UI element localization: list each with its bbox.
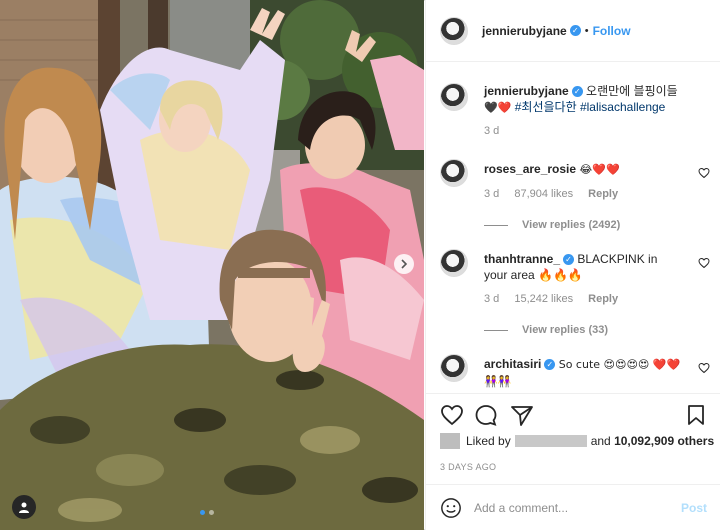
- action-bar: [426, 393, 720, 433]
- caption-meta: 3 d: [484, 125, 511, 137]
- post-timestamp[interactable]: 3 DAYS AGO: [440, 462, 496, 472]
- carousel-dot-active: [200, 510, 205, 515]
- heart-icon[interactable]: [440, 404, 464, 426]
- view-replies-button[interactable]: View replies (33): [484, 324, 608, 336]
- post-sidebar: jennierubyjane ✓ • Follow jennierubyjane…: [425, 0, 720, 530]
- likes-count[interactable]: 10,092,909 others: [614, 434, 714, 448]
- caption-body: jennierubyjane ✓ 오랜만에 블핑이들 🖤❤️ #최선을다한 #la…: [484, 83, 684, 116]
- view-replies-label: View replies (33): [522, 324, 609, 336]
- replies-divider: [484, 329, 508, 331]
- comment-icon[interactable]: [474, 404, 498, 426]
- post-comment-button[interactable]: Post: [681, 501, 707, 515]
- caption-time: 3 d: [484, 125, 500, 137]
- comment-username[interactable]: roses_are_rosie: [484, 162, 576, 176]
- caption-hashtags[interactable]: #최선을다한 #lalisachallenge: [515, 100, 666, 114]
- bookmark-icon[interactable]: [686, 404, 706, 426]
- comment-time: 3 d: [484, 293, 500, 305]
- comment-composer: Post: [426, 484, 720, 530]
- caption-username[interactable]: jennierubyjane: [484, 84, 569, 98]
- like-comment-heart-icon[interactable]: [698, 257, 710, 269]
- view-replies-label: View replies (2492): [522, 219, 621, 231]
- commenter-avatar[interactable]: [440, 249, 468, 277]
- comment-body: thanhtranne_ ✓ BLACKPINK in your area 🔥🔥🔥: [484, 251, 684, 283]
- likes-summary: Liked by and 10,092,909 others: [440, 433, 714, 449]
- verified-badge-icon: ✓: [571, 86, 583, 98]
- comment-likes[interactable]: 87,904 likes: [514, 188, 573, 200]
- comment-username[interactable]: thanhtranne_: [484, 252, 560, 266]
- caption-text: 오랜만에 블핑이들: [586, 84, 678, 98]
- reply-button[interactable]: Reply: [588, 188, 618, 200]
- author-avatar[interactable]: [440, 16, 468, 45]
- comment-text: 😂❤️❤️: [579, 163, 620, 176]
- comments-list[interactable]: jennierubyjane ✓ 오랜만에 블핑이들 🖤❤️ #최선을다한 #la…: [426, 63, 720, 393]
- share-icon[interactable]: [510, 404, 534, 426]
- replies-divider: [484, 224, 508, 226]
- liked-by-and: and: [590, 434, 611, 448]
- post-photo[interactable]: [0, 0, 424, 530]
- caption-emojis: 🖤❤️: [484, 101, 512, 114]
- verified-badge-icon: ✓: [544, 359, 556, 371]
- follow-button[interactable]: Follow: [593, 24, 631, 38]
- comment-meta: 3 d 15,242 likes Reply: [484, 293, 630, 305]
- tagged-people-button[interactable]: [12, 495, 36, 519]
- chevron-right-icon: [401, 259, 408, 269]
- comment-body: architasiri ✓ So cute 😍😍😍😍 ❤️❤️👭👭: [484, 356, 684, 390]
- header-separator: •: [584, 24, 589, 37]
- verified-badge-icon: ✓: [563, 254, 575, 266]
- author-username[interactable]: jennierubyjane: [482, 24, 567, 38]
- liker-avatar[interactable]: [440, 433, 460, 449]
- photo-illustration: [0, 0, 424, 530]
- like-comment-heart-icon[interactable]: [698, 167, 710, 179]
- liked-by-prefix: Liked by: [466, 434, 511, 448]
- caption-avatar[interactable]: [440, 83, 468, 111]
- commenter-avatar[interactable]: [440, 354, 468, 382]
- carousel-dot: [209, 510, 214, 515]
- comment-likes[interactable]: 15,242 likes: [514, 293, 573, 305]
- next-photo-button[interactable]: [394, 254, 414, 274]
- person-tag-icon: [19, 502, 29, 513]
- comment-username[interactable]: architasiri: [484, 357, 541, 371]
- carousel-dots: [200, 510, 214, 515]
- view-replies-button[interactable]: View replies (2492): [484, 219, 620, 231]
- comment-input[interactable]: [474, 500, 681, 515]
- commenter-avatar[interactable]: [440, 159, 468, 187]
- post-header: jennierubyjane ✓ • Follow: [426, 0, 720, 62]
- comment-time: 3 d: [484, 188, 500, 200]
- comment-body: roses_are_rosie 😂❤️❤️: [484, 161, 684, 178]
- comment-meta: 3 d 87,904 likes Reply: [484, 188, 630, 200]
- like-comment-heart-icon[interactable]: [698, 362, 710, 374]
- verified-badge-icon: ✓: [569, 25, 581, 36]
- liker-username-redacted[interactable]: [514, 435, 587, 447]
- smiley-icon[interactable]: [440, 497, 462, 519]
- reply-button[interactable]: Reply: [588, 293, 618, 305]
